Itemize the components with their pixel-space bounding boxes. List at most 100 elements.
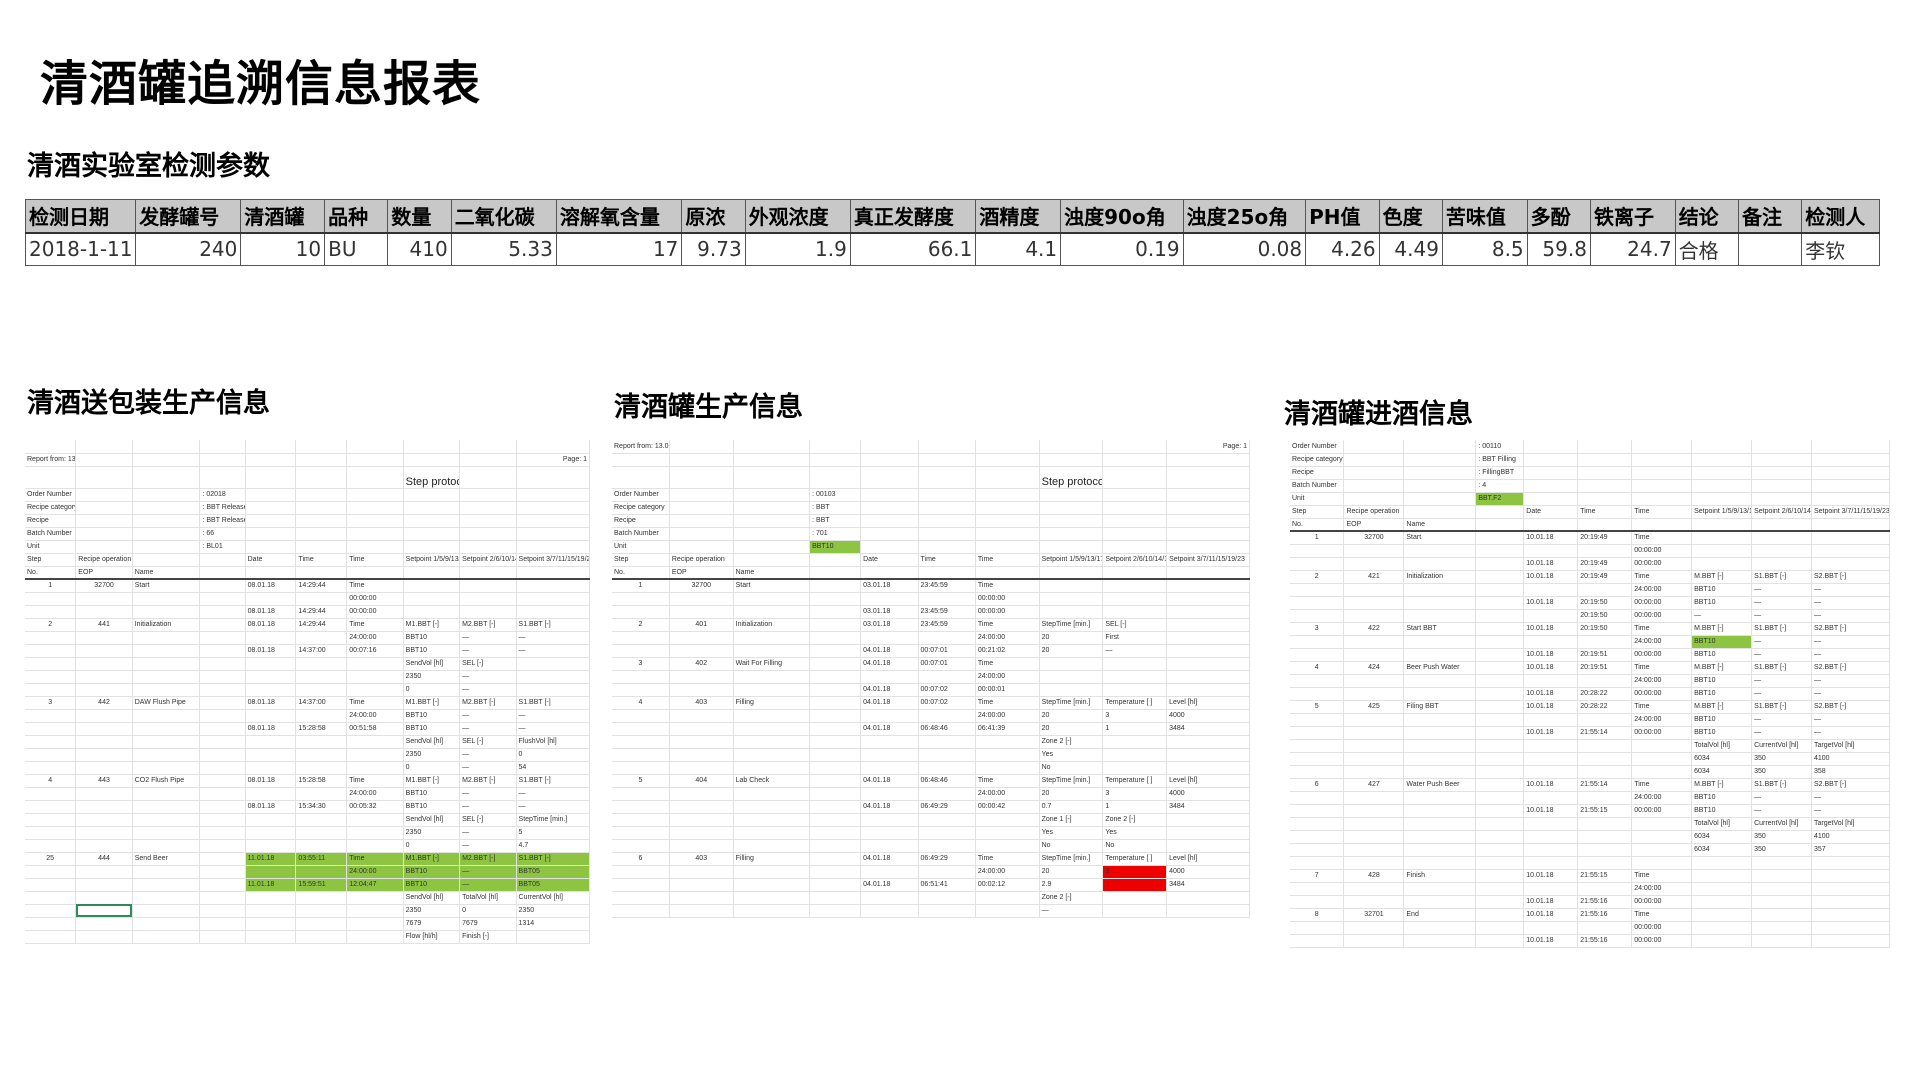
- protocol-cell: CurrentVol [hl]: [1751, 739, 1812, 753]
- protocol-cell: —: [516, 644, 590, 658]
- protocol-cell: [1102, 440, 1168, 454]
- protocol-cell: [1751, 466, 1812, 480]
- lab-header-cell: 苦味值: [1441, 199, 1528, 234]
- protocol-cell: [1102, 527, 1168, 541]
- protocol-cell: [975, 440, 1040, 454]
- protocol-cell: 444: [75, 852, 133, 866]
- protocol-cell: [1166, 735, 1250, 749]
- protocol-cell: [1343, 453, 1405, 467]
- protocol-cell: [918, 453, 976, 467]
- protocol-cell: Step: [25, 553, 77, 567]
- protocol-cell: 00:07:16: [346, 644, 404, 658]
- lab-header-cell: 数量: [387, 199, 452, 234]
- protocol-cell: [1751, 479, 1812, 493]
- protocol-cell: [1403, 843, 1477, 857]
- protocol-cell: [132, 878, 201, 892]
- protocol-cell: [860, 440, 919, 454]
- protocol-cell: [1102, 683, 1168, 697]
- protocol-cell: : BBT Release: [199, 514, 246, 528]
- protocol-row: No No: [612, 839, 1250, 853]
- protocol-cell: 350: [1751, 843, 1812, 857]
- protocol-cell: [733, 453, 811, 467]
- protocol-cell: [733, 488, 811, 502]
- protocol-cell: [1166, 761, 1250, 775]
- protocol-cell: [346, 761, 404, 775]
- protocol-cell: [516, 592, 590, 606]
- protocol-row: 10.01.18 21:55:14 00:00:00 BBT10— —: [1290, 726, 1890, 740]
- protocol-cell: [459, 488, 517, 502]
- protocol-row: Report from: 13.01.2018 16:29:02 Page: 1: [25, 453, 590, 467]
- protocol-cell: 427: [1343, 778, 1405, 792]
- protocol-cell: [1166, 453, 1250, 467]
- protocol-cell: —: [459, 631, 517, 645]
- protocol-cell: [1039, 540, 1104, 554]
- protocol-cell: [516, 501, 590, 515]
- protocol-cell: [199, 865, 246, 879]
- protocol-cell: [75, 501, 133, 515]
- protocol-cell: [1631, 856, 1693, 870]
- protocol-cell: 15:59:51: [295, 878, 348, 892]
- protocol-row: 11.01.18 15:59:51 12:04:47 BBT10— BBT05: [25, 878, 590, 892]
- protocol-cell: [809, 618, 862, 632]
- protocol-cell: 0: [403, 683, 461, 697]
- protocol-cell: [733, 527, 811, 541]
- protocol-cell: [199, 657, 246, 671]
- protocol-cell: [1403, 882, 1477, 896]
- protocol-cell: 08.01.18: [245, 605, 297, 619]
- protocol-cell: [1475, 804, 1525, 818]
- protocol-cell: [1475, 895, 1525, 909]
- protocol-cell: [860, 904, 919, 918]
- protocol-cell: [295, 440, 348, 454]
- protocol-cell: [25, 631, 77, 645]
- protocol-cell: [669, 800, 734, 814]
- lab-header-cell: 铁离子: [1589, 199, 1676, 234]
- protocol-cell: [1403, 921, 1477, 935]
- protocol-cell: [1475, 843, 1525, 857]
- protocol-cell: Filling: [733, 852, 811, 866]
- protocol-cell: [75, 592, 133, 606]
- protocol-cell: [918, 904, 976, 918]
- protocol-cell: [1751, 856, 1812, 870]
- protocol-cell: [1475, 817, 1525, 831]
- protocol-cell: Step: [1290, 505, 1345, 519]
- protocol-cell: [75, 540, 133, 554]
- lab-header-cell: 原浓: [681, 199, 746, 234]
- protocol-cell: [132, 644, 201, 658]
- protocol-cell: [1403, 687, 1477, 701]
- protocol-cell: [1166, 592, 1250, 606]
- lab-data-cell: 410: [387, 232, 452, 266]
- protocol-row: Batch Number: 66: [25, 527, 590, 541]
- protocol-cell: [403, 527, 461, 541]
- protocol-cell: [295, 501, 348, 515]
- protocol-cell: [1691, 882, 1753, 896]
- protocol-cell: [809, 453, 862, 467]
- protocol-cell: [132, 865, 201, 879]
- protocol-cell: 7679: [403, 917, 461, 931]
- protocol-cell: 00:00:00: [346, 605, 404, 619]
- protocol-cell: [1102, 735, 1168, 749]
- protocol-cell: [1475, 687, 1525, 701]
- lab-header-cell: PH值: [1305, 199, 1380, 234]
- protocol-cell: [132, 553, 201, 567]
- selected-cell[interactable]: [75, 904, 133, 918]
- protocol-cell: [1343, 583, 1405, 597]
- protocol-cell: S1.BBT [-]: [516, 774, 590, 788]
- protocol-cell: [1691, 869, 1753, 883]
- protocol-row: Order Number: 00103: [612, 488, 1250, 502]
- protocol-cell: [1811, 895, 1890, 909]
- protocol-cell: —: [1751, 687, 1812, 701]
- protocol-row: 04.01.18 06:51:41 00:02:12 2.9 1 3484: [612, 878, 1250, 892]
- protocol-cell: [346, 904, 404, 918]
- protocol-cell: [132, 657, 201, 671]
- protocol-cell: [1039, 514, 1104, 528]
- protocol-cell: [245, 527, 297, 541]
- protocol-cell: [1691, 934, 1753, 948]
- protocol-cell: [1475, 791, 1525, 805]
- protocol-cell: 3: [1102, 787, 1168, 801]
- protocol-cell: 428: [1343, 869, 1405, 883]
- lab-header-row: 检测日期 发酵罐号 清酒罐 品种 数量 二氧化碳 溶解氧含量 原浓 外观浓度 真正发酵度 酒精度 浊度…: [24, 199, 1880, 234]
- protocol-cell: —: [1751, 596, 1812, 610]
- protocol-cell: [1523, 440, 1579, 454]
- protocol-cell: Start BBT: [1403, 622, 1477, 636]
- protocol-cell: [733, 722, 811, 736]
